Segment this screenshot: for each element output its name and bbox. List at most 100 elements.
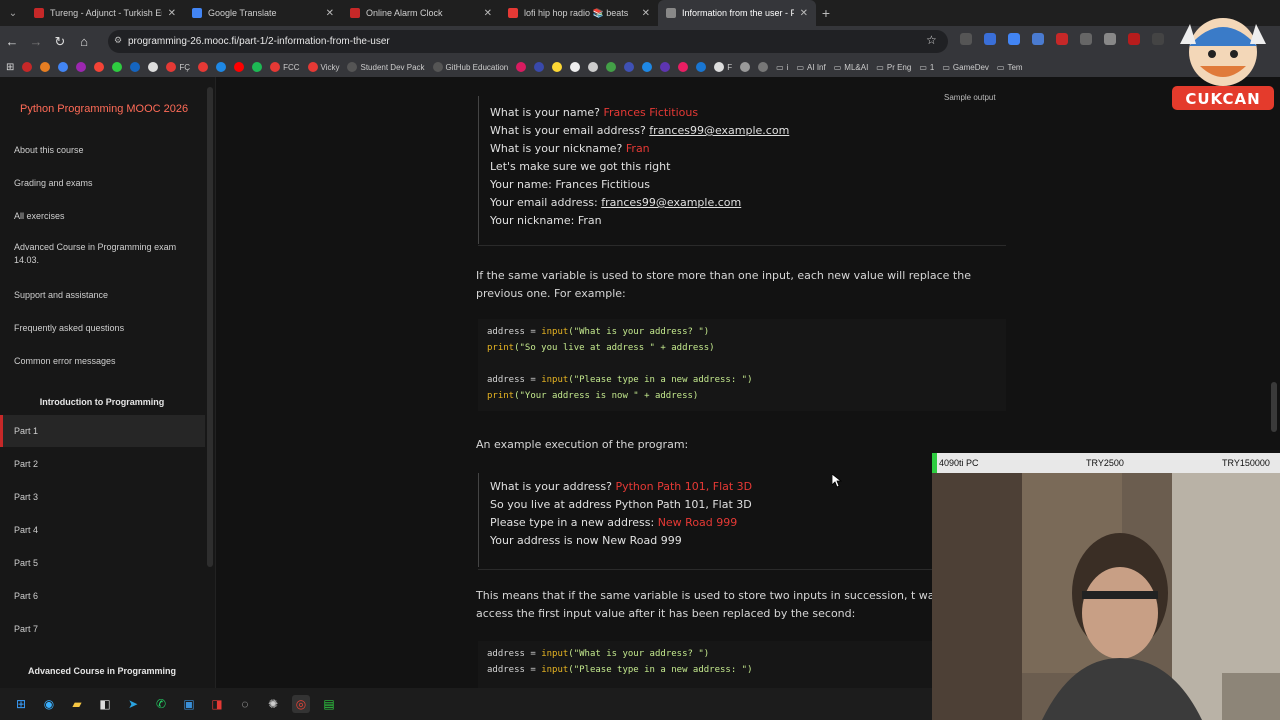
x-icon[interactable]	[588, 62, 599, 72]
windows-start-icon[interactable]: ⊞	[12, 695, 30, 713]
bookmark-icon[interactable]	[94, 62, 105, 72]
bookmark-folder-gamedev[interactable]: ▭ GameDev	[942, 63, 989, 72]
new-tab-button[interactable]: +	[816, 5, 836, 21]
app-icon[interactable]: ◧	[96, 695, 114, 713]
bookmark-github-education[interactable]: GitHub Education	[432, 62, 508, 72]
bookmark-icon[interactable]	[642, 62, 653, 72]
sidebar-link-support[interactable]: Support and assistance	[14, 289, 192, 302]
sidebar-part-7[interactable]: Part 7	[0, 613, 205, 645]
sidebar-part-4[interactable]: Part 4	[0, 514, 205, 546]
app-icon[interactable]: ◨	[208, 695, 226, 713]
pycharm-icon[interactable]: ▤	[320, 695, 338, 713]
bookmark-vicky[interactable]: Vicky	[307, 62, 339, 72]
bookmark-icon[interactable]	[22, 62, 33, 72]
bookmark-icon[interactable]	[758, 62, 769, 72]
app-icon[interactable]: ◌	[236, 695, 254, 713]
extension-icon[interactable]	[1080, 33, 1092, 45]
apps-grid-icon[interactable]: ⊞	[6, 62, 14, 73]
email-link[interactable]: frances99@example.com	[601, 196, 741, 209]
bookmark-icon[interactable]	[740, 62, 751, 72]
extension-icon[interactable]	[1128, 33, 1140, 45]
bookmark-folder-1[interactable]: ▭ 1	[919, 63, 934, 72]
bookmark-icon[interactable]	[198, 62, 209, 72]
bookmark-icon[interactable]	[606, 62, 617, 72]
code-block[interactable]: address = input("What is your address? "…	[478, 319, 1006, 411]
sidebar-link-exam[interactable]: Advanced Course in Programming exam 14.0…	[14, 241, 192, 267]
back-arrow-icon[interactable]: ←	[0, 34, 24, 49]
extension-icon[interactable]	[984, 33, 996, 45]
tab-lofi-radio[interactable]: lofi hip hop radio 📚 beats ✕	[500, 0, 658, 26]
extension-icon[interactable]	[1008, 33, 1020, 45]
bookmark-folder-pr-eng[interactable]: ▭ Pr Eng	[876, 63, 911, 72]
page-scrollbar[interactable]	[1271, 382, 1277, 432]
edge-icon[interactable]: ◉	[40, 695, 58, 713]
close-icon[interactable]: ✕	[168, 8, 176, 19]
site-info-icon[interactable]: ⚙	[114, 35, 122, 46]
home-icon[interactable]: ⌂	[72, 34, 96, 49]
address-bar[interactable]: programming-26.mooc.fi/part-1/2-informat…	[108, 30, 948, 53]
bookmark-student-dev-pack[interactable]: Student Dev Pack	[347, 62, 425, 72]
close-icon[interactable]: ✕	[800, 8, 808, 19]
bookmark-icon[interactable]	[624, 62, 635, 72]
bookmark-icon[interactable]	[696, 62, 707, 72]
spotify-icon[interactable]	[252, 62, 263, 72]
bookmark-icon[interactable]	[58, 62, 69, 72]
extension-icon[interactable]	[1032, 33, 1044, 45]
bookmark-fc[interactable]: FÇ	[166, 62, 190, 72]
bookmark-folder-tem[interactable]: ▭ Tem	[997, 63, 1023, 72]
forward-arrow-icon[interactable]: →	[24, 34, 48, 49]
extension-icon[interactable]	[1056, 33, 1068, 45]
sidebar-link-exercises[interactable]: All exercises	[14, 210, 192, 223]
bookmark-icon[interactable]	[516, 62, 527, 72]
bookmark-icon[interactable]	[552, 62, 563, 72]
tab-tureng[interactable]: Tureng - Adjunct - Turkish Engl ✕	[26, 0, 184, 26]
bookmark-icon[interactable]	[216, 62, 227, 72]
course-title[interactable]: Python Programming MOOC 2026	[20, 103, 188, 115]
app-icon[interactable]: ✺	[264, 695, 282, 713]
sidebar-part-6[interactable]: Part 6	[0, 580, 205, 612]
bookmark-icon[interactable]	[660, 62, 671, 72]
extension-icon[interactable]	[960, 33, 972, 45]
bookmark-f[interactable]: F	[714, 62, 732, 72]
file-explorer-icon[interactable]: ▰	[68, 695, 86, 713]
email-link[interactable]: frances99@example.com	[649, 124, 789, 137]
bookmark-icon[interactable]	[76, 62, 87, 72]
bookmark-star-icon[interactable]: ☆	[926, 33, 937, 47]
sidebar-link-faq[interactable]: Frequently asked questions	[14, 322, 192, 335]
tab-search-icon[interactable]: ⌄	[0, 0, 26, 26]
code-block[interactable]: address = input("What is your address? "…	[478, 641, 1006, 688]
extension-icon[interactable]	[1104, 33, 1116, 45]
bookmark-icon[interactable]	[234, 62, 245, 72]
bookmark-icon[interactable]	[112, 62, 123, 72]
chrome-icon[interactable]: ◎	[292, 695, 310, 713]
bookmark-icon[interactable]	[678, 62, 689, 72]
bookmark-fcc[interactable]: FCC	[270, 62, 300, 72]
bookmark-icon[interactable]	[570, 62, 581, 72]
sidebar-link-errors[interactable]: Common error messages	[14, 355, 192, 368]
sidebar-link-about[interactable]: About this course	[14, 144, 192, 157]
tab-google-translate[interactable]: Google Translate ✕	[184, 0, 342, 26]
bookmark-folder-ml-ai[interactable]: ▭ ML&AI	[834, 63, 869, 72]
tab-information-from-user[interactable]: Information from the user - Pyt ✕	[658, 0, 816, 26]
sidebar-part-5[interactable]: Part 5	[0, 547, 205, 579]
whatsapp-icon[interactable]: ✆	[152, 695, 170, 713]
app-icon[interactable]: ▣	[180, 695, 198, 713]
bookmark-icon[interactable]	[534, 62, 545, 72]
sidebar-scrollbar[interactable]	[207, 87, 213, 567]
close-icon[interactable]: ✕	[642, 8, 650, 19]
sidebar-part-1[interactable]: Part 1	[0, 415, 205, 447]
bookmark-folder[interactable]: ▭ i	[776, 63, 788, 72]
tab-alarm-clock[interactable]: Online Alarm Clock ✕	[342, 0, 500, 26]
extension-icon[interactable]	[1152, 33, 1164, 45]
bookmark-icon[interactable]	[130, 62, 141, 72]
bookmark-folder-ai-inf[interactable]: ▭ AI Inf	[796, 63, 825, 72]
close-icon[interactable]: ✕	[484, 8, 492, 19]
sidebar-part-2[interactable]: Part 2	[0, 448, 205, 480]
reload-icon[interactable]: ↻	[48, 34, 72, 50]
bookmark-icon[interactable]	[40, 62, 51, 72]
telegram-icon[interactable]: ➤	[124, 695, 142, 713]
sidebar-link-grading[interactable]: Grading and exams	[14, 177, 192, 190]
bookmark-icon[interactable]	[148, 62, 159, 72]
close-icon[interactable]: ✕	[326, 8, 334, 19]
sidebar-part-3[interactable]: Part 3	[0, 481, 205, 513]
